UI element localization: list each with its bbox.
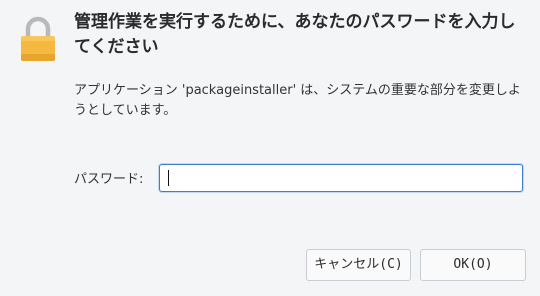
ok-button[interactable]: OK(O) xyxy=(420,249,526,281)
dialog-message: アプリケーション 'packageinstaller' は、システムの重要な部分… xyxy=(74,83,521,118)
text-cursor xyxy=(168,170,169,186)
lock-icon xyxy=(21,16,55,61)
dialog-title: 管理作業を実行するために、あなたのパスワードを入力してください xyxy=(74,12,516,57)
password-label: パスワード: xyxy=(74,172,144,187)
authentication-dialog: 管理作業を実行するために、あなたのパスワードを入力してください アプリケーション… xyxy=(0,0,540,296)
password-input[interactable] xyxy=(159,164,523,192)
cancel-button[interactable]: キャンセル(C) xyxy=(306,249,411,281)
